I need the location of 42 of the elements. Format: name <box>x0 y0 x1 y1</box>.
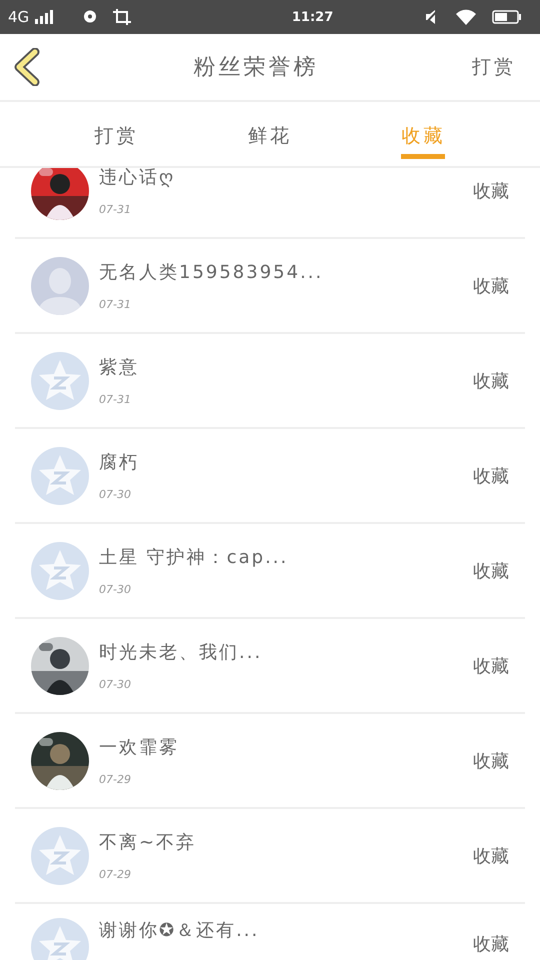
user-name: 违心话ღ <box>99 168 176 189</box>
tab[interactable]: 鲜花 <box>248 117 292 159</box>
tab[interactable]: 打赏 <box>94 117 139 159</box>
star-avatar-icon <box>31 352 89 410</box>
user-name: 不离~不弃 <box>99 831 198 854</box>
user-name: 无名人类159583954... <box>99 261 324 284</box>
date-label: 07-31 <box>99 298 132 311</box>
clock: 11:27 <box>290 10 334 24</box>
user-name: 腐朽 <box>99 451 140 474</box>
user-name: 谢谢你✪＆还有... <box>99 919 260 942</box>
user-name: 土星 守护神：cap... <box>99 546 290 569</box>
favorite-label: 收藏 <box>473 654 509 678</box>
wifi-icon <box>456 9 476 25</box>
date-label: 07-30 <box>99 488 132 501</box>
date-label: 07-30 <box>99 678 132 691</box>
page-title: 粉丝荣誉榜 <box>194 54 318 82</box>
favorite-label: 收藏 <box>473 464 509 488</box>
reward-button[interactable]: 打赏 <box>472 54 516 80</box>
favorite-label: 收藏 <box>473 933 509 956</box>
screenshot-icon <box>113 9 132 25</box>
battery-icon <box>492 10 522 24</box>
back-button[interactable] <box>14 48 40 86</box>
favorite-label: 收藏 <box>473 180 509 202</box>
star-avatar-icon <box>31 446 89 504</box>
date-label: 07-29 <box>99 773 132 786</box>
user-name: 时光未老、我们... <box>99 641 264 664</box>
favorite-label: 收藏 <box>473 370 509 392</box>
date-label: 07-29 <box>99 868 132 881</box>
favorite-label: 收藏 <box>473 750 509 772</box>
date-label: 07-31 <box>99 203 132 216</box>
star-avatar-icon <box>31 542 89 600</box>
star-avatar-icon <box>31 826 89 884</box>
favorite-label: 收藏 <box>473 560 509 582</box>
user-name: 紫意 <box>99 356 140 379</box>
star-avatar-icon <box>31 918 89 960</box>
user-name: 一欢霏雾 <box>99 736 180 759</box>
favorite-label: 收藏 <box>473 844 509 868</box>
date-label: 07-30 <box>99 583 132 596</box>
network-label: 4G <box>8 8 30 26</box>
chevron-left-icon <box>14 48 40 86</box>
date-label: 07-31 <box>99 393 132 406</box>
favorite-label: 收藏 <box>473 274 509 298</box>
